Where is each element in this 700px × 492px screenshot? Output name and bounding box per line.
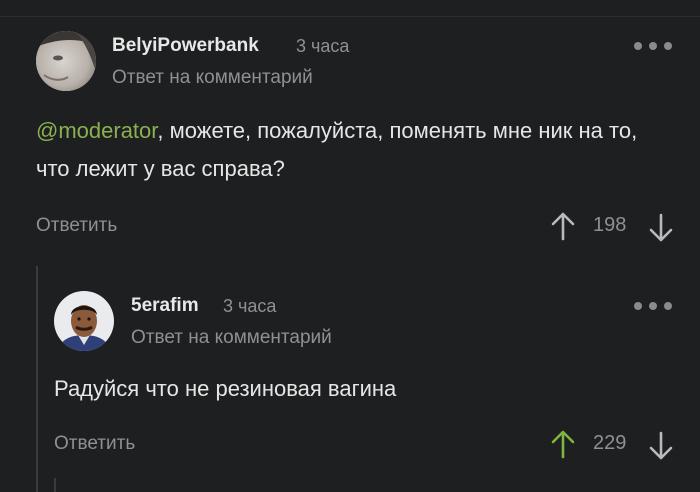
reply-to-label[interactable]: Ответ на комментарий: [112, 67, 313, 89]
reply-to-label[interactable]: Ответ на комментарий: [131, 327, 332, 349]
upvote-arrow-icon[interactable]: [550, 429, 576, 459]
rating-score: 229: [593, 432, 627, 454]
reply-button[interactable]: Ответить: [36, 215, 117, 237]
thread-line[interactable]: [36, 266, 38, 492]
comment-time: 3 часа: [223, 296, 277, 316]
avatar[interactable]: [36, 31, 96, 91]
upvote-arrow-icon[interactable]: [550, 211, 576, 241]
thread-line[interactable]: [54, 478, 56, 492]
comment-time: 3 часа: [296, 36, 350, 56]
reply-button[interactable]: Ответить: [54, 433, 135, 455]
more-options-icon[interactable]: [634, 300, 674, 312]
downvote-arrow-icon[interactable]: [648, 213, 674, 243]
top-divider: [0, 16, 700, 17]
rating-score: 198: [593, 214, 627, 236]
more-options-icon[interactable]: [634, 40, 674, 52]
username[interactable]: 5erafim: [131, 295, 199, 317]
comment-text: Радуйся что не резиновая вагина: [54, 376, 397, 401]
username[interactable]: BelyiPowerbank: [112, 35, 259, 57]
avatar[interactable]: [54, 291, 114, 351]
mention-link[interactable]: @moderator: [36, 118, 157, 143]
comment-text: @moderator, можете, пожалуйста, поменять…: [36, 112, 656, 188]
downvote-arrow-icon[interactable]: [648, 431, 674, 461]
